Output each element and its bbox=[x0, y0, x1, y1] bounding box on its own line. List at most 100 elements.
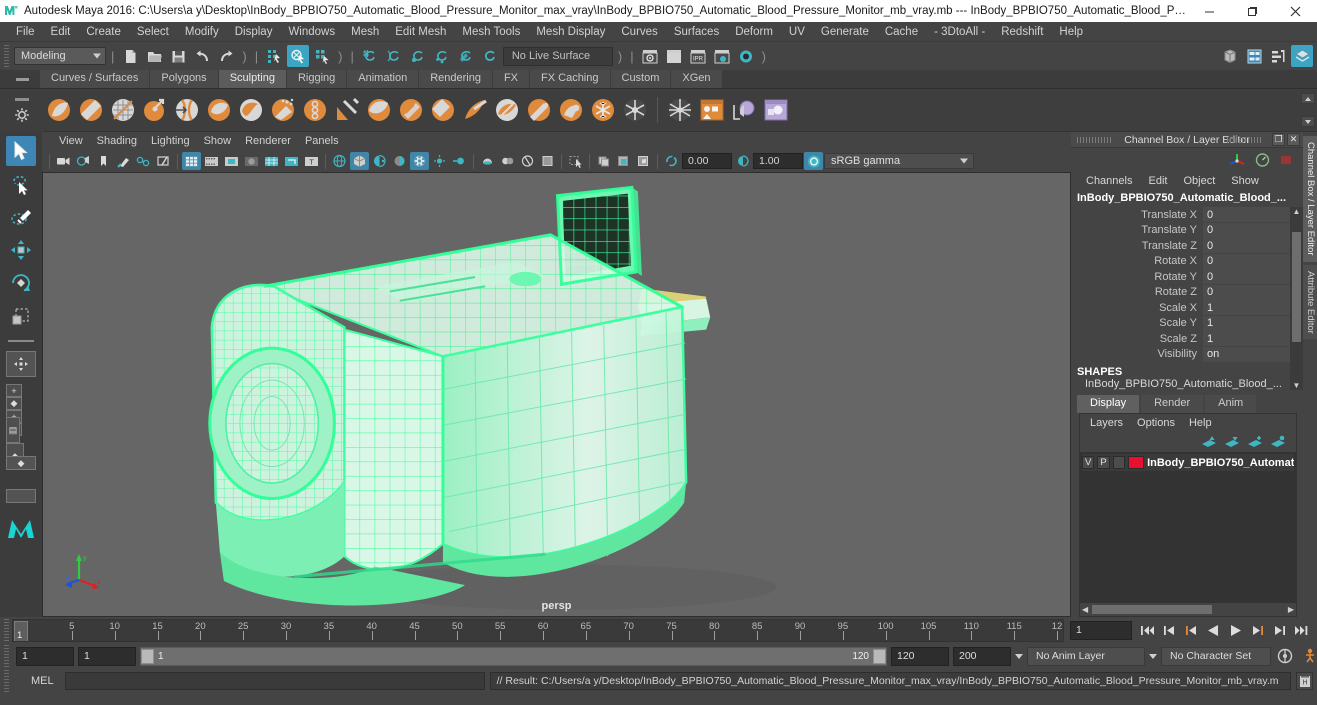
current-frame-marker[interactable]: 1 bbox=[14, 620, 28, 641]
layer-name[interactable]: InBody_BPBIO750_Automatic bbox=[1147, 457, 1294, 469]
viewport-menu-panels[interactable]: Panels bbox=[298, 134, 346, 148]
show-hide-attribute-editor-icon[interactable] bbox=[1243, 45, 1265, 67]
step-back-keyframe-icon[interactable] bbox=[1160, 621, 1179, 640]
chevron-down-icon[interactable] bbox=[1149, 653, 1157, 659]
snap-to-view-plane-icon[interactable] bbox=[455, 45, 477, 67]
smooth-tool-icon[interactable] bbox=[76, 95, 106, 125]
chevron-down-icon[interactable] bbox=[1015, 653, 1023, 659]
menu-3dtoall[interactable]: - 3DtoAll - bbox=[926, 24, 993, 40]
camera-attributes-icon[interactable] bbox=[54, 152, 73, 170]
layer-horizontal-scrollbar[interactable]: ◀ ▶ bbox=[1080, 603, 1296, 616]
render-sequence-icon[interactable] bbox=[663, 45, 685, 67]
playback-start-field[interactable]: 120 bbox=[891, 646, 949, 666]
field-chart-icon[interactable] bbox=[262, 152, 281, 170]
menu-redshift[interactable]: Redshift bbox=[993, 24, 1051, 40]
menu-modify[interactable]: Modify bbox=[177, 24, 227, 40]
attr-value[interactable]: 0 bbox=[1203, 253, 1303, 269]
mask-tool-icon[interactable] bbox=[620, 95, 650, 125]
attr-value[interactable]: 1 bbox=[1203, 315, 1303, 331]
channel-row-rotate-z[interactable]: Rotate Z 0 bbox=[1071, 284, 1303, 301]
shelf-scroll-buttons[interactable] bbox=[1301, 93, 1315, 127]
attr-value[interactable]: 0 bbox=[1203, 269, 1303, 285]
channelbox-menu-edit[interactable]: Edit bbox=[1141, 174, 1174, 188]
move-layer-down-icon[interactable] bbox=[1224, 435, 1240, 449]
repeat-tool-icon[interactable] bbox=[300, 95, 330, 125]
shelf-tab-curves-surfaces[interactable]: Curves / Surfaces bbox=[40, 70, 151, 88]
smear-tool-icon[interactable] bbox=[492, 95, 522, 125]
tab-anim[interactable]: Anim bbox=[1205, 395, 1257, 413]
isolate-select-icon[interactable] bbox=[498, 152, 517, 170]
exposure-icon[interactable] bbox=[594, 152, 613, 170]
scale-tool-icon[interactable] bbox=[6, 301, 36, 331]
select-by-component-icon[interactable] bbox=[311, 45, 333, 67]
blood-pressure-monitor-mesh[interactable] bbox=[43, 173, 1070, 616]
menu-select[interactable]: Select bbox=[129, 24, 177, 40]
panel-grip-right[interactable] bbox=[1227, 137, 1263, 143]
freeze-tool-icon[interactable] bbox=[588, 95, 618, 125]
menu-curves[interactable]: Curves bbox=[613, 24, 665, 40]
pinch-tool-icon[interactable] bbox=[172, 95, 202, 125]
menu-display[interactable]: Display bbox=[227, 24, 281, 40]
scroll-up-icon[interactable]: ▲ bbox=[1293, 207, 1301, 216]
shelf-tab-animation[interactable]: Animation bbox=[347, 70, 420, 88]
shelf-tab-rigging[interactable]: Rigging bbox=[286, 70, 348, 88]
multisample-icon[interactable] bbox=[478, 152, 497, 170]
shelf-tab-polygons[interactable]: Polygons bbox=[150, 70, 219, 88]
snap-to-curve-icon[interactable] bbox=[383, 45, 405, 67]
menu-mesh-display[interactable]: Mesh Display bbox=[528, 24, 613, 40]
relax-tool-icon[interactable] bbox=[108, 95, 138, 125]
layer-list[interactable]: V P InBody_BPBIO750_Automatic bbox=[1080, 452, 1296, 603]
film-gate-icon[interactable] bbox=[202, 152, 221, 170]
save-scene-icon[interactable] bbox=[167, 45, 189, 67]
hscroll-right-icon[interactable]: ▶ bbox=[1286, 605, 1296, 614]
xray-icon[interactable] bbox=[518, 152, 537, 170]
single-pane-layout-box[interactable] bbox=[6, 351, 36, 377]
show-hide-channel-box-icon[interactable] bbox=[1291, 45, 1313, 67]
outliner-persp-layout-icon[interactable]: ▤ ◆ bbox=[6, 415, 36, 469]
hscroll-left-icon[interactable]: ◀ bbox=[1080, 605, 1090, 614]
use-all-lights-icon[interactable] bbox=[390, 152, 409, 170]
manipulator-icon[interactable] bbox=[1228, 152, 1246, 168]
convert-icon[interactable] bbox=[697, 95, 727, 125]
attr-value[interactable]: 0 bbox=[1203, 284, 1303, 300]
shelf-tab-rendering[interactable]: Rendering bbox=[419, 70, 493, 88]
select-by-hierarchy-icon[interactable] bbox=[263, 45, 285, 67]
channelbox-menu-object[interactable]: Object bbox=[1176, 174, 1222, 188]
menu-create[interactable]: Create bbox=[78, 24, 129, 40]
imprint-tool-icon[interactable] bbox=[332, 95, 362, 125]
bookmark-icon[interactable] bbox=[94, 152, 113, 170]
amplify-tool-icon[interactable] bbox=[556, 95, 586, 125]
bulge-tool-icon[interactable] bbox=[524, 95, 554, 125]
xgen-icon[interactable] bbox=[761, 95, 791, 125]
select-by-object-icon[interactable] bbox=[287, 45, 310, 67]
shadows-icon[interactable] bbox=[410, 152, 429, 170]
tab-render[interactable]: Render bbox=[1141, 395, 1204, 413]
shelf-options-icon[interactable] bbox=[15, 98, 29, 101]
move-layer-up-icon[interactable] bbox=[1201, 435, 1217, 449]
select-tool-icon[interactable] bbox=[6, 136, 36, 166]
layer-playback-toggle[interactable]: P bbox=[1097, 456, 1110, 469]
render-settings-icon[interactable] bbox=[711, 45, 733, 67]
lasso-select-tool-icon[interactable] bbox=[6, 169, 36, 199]
channel-row-scale-z[interactable]: Scale Z 1 bbox=[1071, 331, 1303, 347]
channel-row-translate-z[interactable]: Translate Z 0 bbox=[1071, 238, 1303, 254]
smooth-shade-all-icon[interactable] bbox=[350, 152, 369, 170]
speed-meter-icon[interactable] bbox=[1254, 152, 1271, 168]
menu-help[interactable]: Help bbox=[1051, 24, 1091, 40]
play-backwards-icon[interactable] bbox=[1204, 621, 1223, 640]
new-scene-icon[interactable] bbox=[119, 45, 141, 67]
channel-row-rotate-y[interactable]: Rotate Y 0 bbox=[1071, 269, 1303, 285]
command-input[interactable] bbox=[64, 672, 485, 690]
attr-value[interactable]: 0 bbox=[1203, 238, 1303, 254]
outliner-persp-box[interactable]: ▤ ◆ bbox=[6, 417, 36, 469]
viewport-menu-shading[interactable]: Shading bbox=[90, 134, 144, 148]
redo-icon[interactable] bbox=[215, 45, 237, 67]
gamma-field[interactable]: 1.00 bbox=[753, 153, 803, 169]
move-tool-icon[interactable] bbox=[6, 235, 36, 265]
channelbox-menu-channels[interactable]: Channels bbox=[1079, 174, 1139, 188]
safe-action-icon[interactable] bbox=[282, 152, 301, 170]
attr-value[interactable]: 1 bbox=[1203, 300, 1303, 316]
show-hide-modeling-toolkit-icon[interactable] bbox=[1219, 45, 1241, 67]
four-pane-layout-box[interactable]: +◆ ++ bbox=[6, 384, 36, 436]
xray-joints-icon[interactable] bbox=[538, 152, 557, 170]
